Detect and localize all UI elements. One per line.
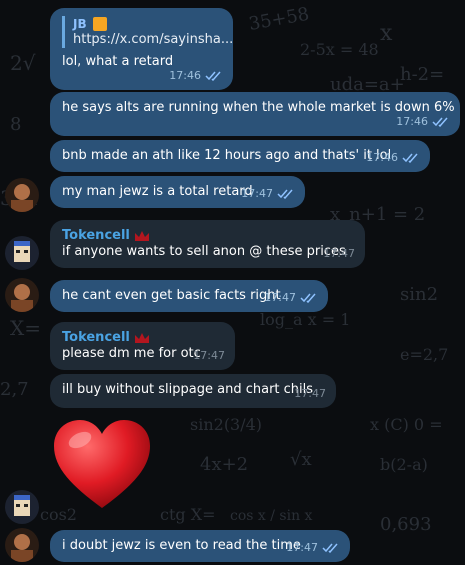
double-check-icon	[402, 153, 418, 163]
svg-text:2,7: 2,7	[0, 379, 29, 400]
message-meta: 17:47	[294, 386, 326, 402]
message-text: ill buy without slippage and chart chils	[62, 382, 314, 397]
message-bubble[interactable]: Tokencell please dm me for otc 17:47	[50, 322, 235, 370]
avatar[interactable]	[5, 278, 39, 312]
message-meta: 17:47	[323, 246, 355, 262]
svg-text:sin2(3/4): sin2(3/4)	[190, 415, 262, 434]
message-meta: 17:47	[286, 540, 340, 556]
svg-text:h-2=: h-2=	[400, 64, 444, 85]
message-meta: 17:46	[366, 150, 420, 166]
svg-text:0,693: 0,693	[380, 514, 432, 535]
svg-text:sin2: sin2	[400, 284, 438, 305]
double-check-icon	[322, 543, 338, 553]
sender-name[interactable]: Tokencell	[62, 228, 130, 244]
avatar[interactable]	[5, 178, 39, 212]
svg-text:4x+2: 4x+2	[200, 454, 248, 475]
avatar[interactable]	[5, 490, 39, 524]
message-meta: 17:46	[396, 114, 450, 130]
message-time: 17:47	[294, 387, 326, 400]
sender-name[interactable]: Tokencell	[62, 330, 130, 346]
message-meta: 17:47	[241, 186, 295, 202]
message-time: 17:47	[193, 349, 225, 362]
svg-text:2-5x = 48: 2-5x = 48	[300, 40, 379, 59]
crown-icon	[134, 333, 149, 343]
message-bubble[interactable]: my man jewz is a total retard 17:47	[50, 176, 305, 208]
crown-icon	[134, 231, 149, 241]
double-check-icon	[432, 117, 448, 127]
svg-text:2√: 2√	[10, 51, 36, 75]
svg-text:8: 8	[10, 114, 21, 135]
red-heart-icon[interactable]	[52, 418, 152, 513]
message-bubble[interactable]: i doubt jewz is even to read the time 17…	[50, 530, 350, 562]
double-check-icon	[205, 71, 221, 81]
message-bubble[interactable]: he says alts are running when the whole …	[50, 92, 460, 136]
message-text: if anyone wants to sell anon @ these pri…	[62, 244, 346, 259]
double-check-icon	[277, 189, 293, 199]
message-bubble[interactable]: he cant even get basic facts right 17:47	[50, 280, 328, 312]
svg-text:b(2-a): b(2-a)	[380, 455, 428, 474]
svg-text:√x: √x	[290, 449, 312, 470]
reply-preview[interactable]: JB https://x.com/sayinsha...	[62, 16, 233, 48]
message-time: 17:47	[286, 541, 318, 554]
svg-text:cos x / sin x: cos x / sin x	[230, 508, 313, 524]
svg-text:X=: X=	[10, 316, 41, 340]
message-bubble[interactable]: Tokencell if anyone wants to sell anon @…	[50, 220, 365, 268]
avatar[interactable]	[5, 528, 39, 562]
reply-sender-name: JB	[73, 17, 87, 31]
svg-text:log_a x = 1: log_a x = 1	[260, 310, 350, 329]
svg-text:x: x	[380, 21, 393, 46]
svg-text:x (C) 0 =: x (C) 0 =	[370, 415, 443, 434]
message-bubble[interactable]: JB https://x.com/sayinsha... lol, what a…	[50, 8, 233, 90]
avatar[interactable]	[5, 236, 39, 270]
message-time: 17:47	[264, 291, 296, 304]
message-time: 17:46	[169, 69, 201, 82]
svg-text:e=2,7: e=2,7	[400, 345, 448, 364]
message-time: 17:47	[241, 187, 273, 200]
message-text: bnb made an ath like 12 hours ago and th…	[62, 148, 392, 163]
double-check-icon	[300, 293, 316, 303]
message-meta: 17:47	[193, 348, 225, 364]
svg-text:ctg X=: ctg X=	[160, 505, 216, 524]
message-time: 17:46	[396, 115, 428, 128]
message-meta: 17:47	[264, 290, 318, 306]
message-bubble[interactable]: ill buy without slippage and chart chils…	[50, 374, 336, 408]
reply-text: https://x.com/sayinsha...	[73, 32, 234, 47]
message-text: he says alts are running when the whole …	[62, 100, 455, 115]
message-time: 17:46	[366, 151, 398, 164]
svg-text:35+58: 35+58	[247, 4, 311, 35]
message-bubble[interactable]: bnb made an ath like 12 hours ago and th…	[50, 140, 430, 172]
message-time: 17:47	[323, 247, 355, 260]
orange-square-icon	[92, 17, 107, 31]
message-meta: 17:46	[169, 68, 223, 84]
